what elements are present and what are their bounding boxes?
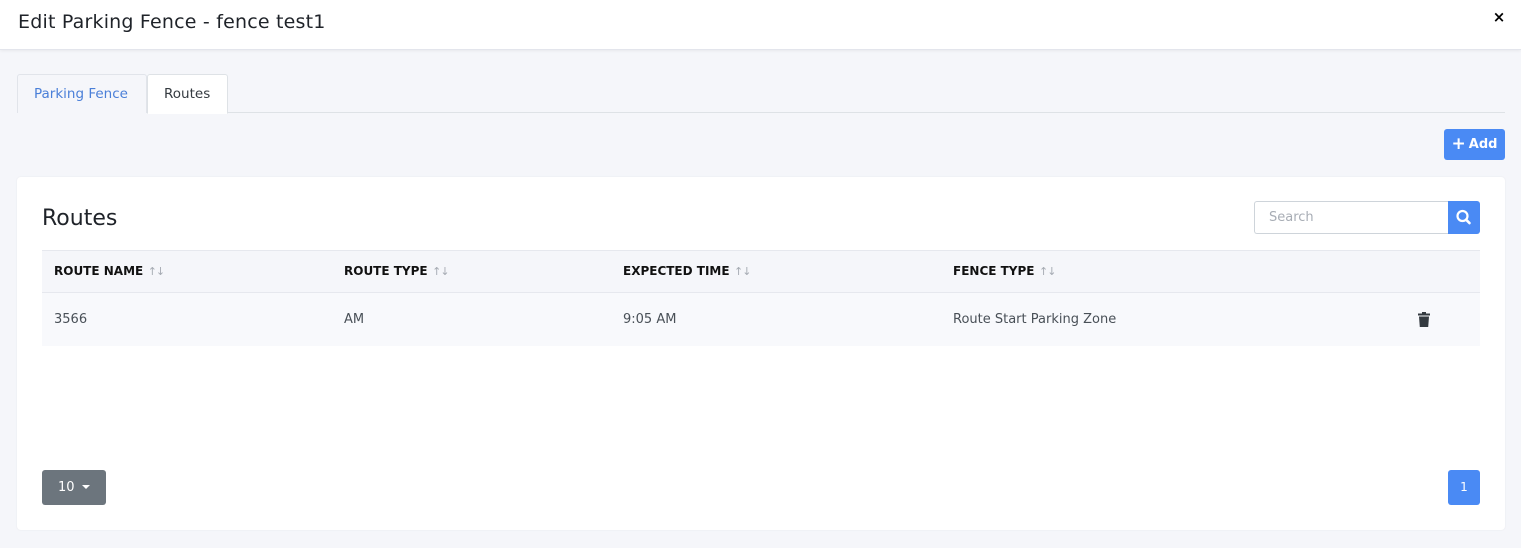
cell-fence-type: Route Start Parking Zone	[953, 312, 1117, 327]
column-header-route-type[interactable]: ROUTE TYPE ↑↓	[344, 251, 450, 292]
table-row: 3566 AM 9:05 AM Route Start Parking Zone	[42, 293, 1480, 346]
search-icon	[1456, 209, 1471, 225]
column-label: ROUTE TYPE	[344, 264, 428, 278]
pagination-page-1[interactable]: 1	[1448, 470, 1480, 505]
sort-icon: ↑↓	[731, 265, 751, 278]
table-header: ROUTE NAME ↑↓ ROUTE TYPE ↑↓ EXPECTED TIM…	[42, 250, 1480, 293]
column-header-expected-time[interactable]: EXPECTED TIME ↑↓	[623, 251, 751, 292]
routes-card: Routes ROUTE NAME ↑↓ ROUTE TYPE ↑↓ EXPEC…	[17, 177, 1505, 530]
tab-routes[interactable]: Routes	[147, 74, 228, 114]
cell-route-name: 3566	[54, 312, 88, 327]
cell-route-type: AM	[344, 312, 365, 327]
routes-table: ROUTE NAME ↑↓ ROUTE TYPE ↑↓ EXPECTED TIM…	[42, 250, 1480, 346]
add-button-label: Add	[1468, 137, 1498, 152]
column-label: ROUTE NAME	[54, 264, 144, 278]
tab-bar: Parking Fence Routes	[17, 74, 1505, 114]
plus-icon: +	[1451, 134, 1466, 154]
cell-expected-time: 9:05 AM	[623, 312, 677, 327]
close-icon: ×	[1492, 8, 1506, 26]
column-header-fence-type[interactable]: FENCE TYPE ↑↓	[953, 251, 1056, 292]
modal-title: Edit Parking Fence - fence test1	[18, 11, 326, 33]
search-button[interactable]	[1448, 201, 1480, 234]
routes-title: Routes	[42, 206, 118, 231]
sort-icon: ↑↓	[145, 265, 165, 278]
modal-header: Edit Parking Fence - fence test1 ×	[0, 0, 1521, 50]
column-label: FENCE TYPE	[953, 264, 1035, 278]
page-size-dropdown[interactable]: 10	[42, 470, 106, 505]
column-header-route-name[interactable]: ROUTE NAME ↑↓	[54, 251, 165, 292]
page-size-value: 10	[58, 480, 75, 495]
close-button[interactable]: ×	[1491, 8, 1507, 26]
add-button[interactable]: + Add	[1444, 129, 1505, 160]
column-label: EXPECTED TIME	[623, 264, 730, 278]
caret-down-icon	[82, 485, 90, 489]
search-group	[1254, 201, 1480, 234]
tab-parking-fence[interactable]: Parking Fence	[17, 74, 147, 113]
sort-icon: ↑↓	[1036, 265, 1056, 278]
search-input[interactable]	[1254, 201, 1449, 234]
sort-icon: ↑↓	[429, 265, 449, 278]
trash-icon[interactable]	[1418, 312, 1430, 327]
